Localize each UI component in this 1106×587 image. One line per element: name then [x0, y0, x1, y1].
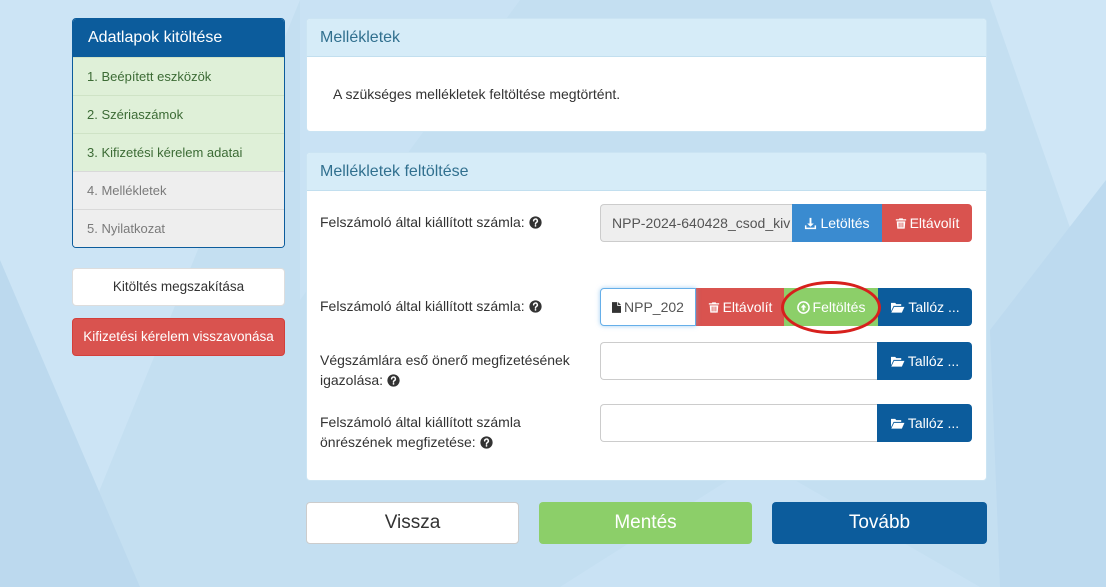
- browse-button-label: Tallóz ...: [908, 299, 960, 315]
- cancel-filling-button[interactable]: Kitöltés megszakítása: [72, 268, 285, 306]
- file-name-field[interactable]: NPP-2024-640428_csod_kiv: [600, 204, 792, 242]
- upload-button[interactable]: Feltöltés: [784, 288, 878, 326]
- file-input-group: NPP-2024-640428_csod_kiv Letöltés Eltávo…: [600, 204, 972, 242]
- sidebar-title: Adatlapok kitöltése: [73, 19, 284, 57]
- step-item-mellekletek[interactable]: 4. Mellékletek: [73, 171, 284, 209]
- file-name-field[interactable]: [600, 342, 877, 380]
- file-input-group: NPP_202 Eltávolít Feltöltés Tallóz ...: [600, 288, 972, 326]
- folder-open-icon: [890, 301, 905, 314]
- trash-icon: [895, 217, 907, 230]
- status-message: A szükséges mellékletek feltöltése megtö…: [333, 86, 621, 102]
- upload-circle-icon: [796, 300, 810, 314]
- file-name-field[interactable]: NPP_202: [600, 288, 696, 326]
- attachments-upload-panel: Mellékletek feltöltése Felszámoló által …: [306, 152, 987, 481]
- step-item-szeriaszamok[interactable]: 2. Szériaszámok: [73, 95, 284, 133]
- remove-button[interactable]: Eltávolít: [882, 204, 972, 242]
- browse-button[interactable]: Tallóz ...: [877, 404, 972, 442]
- file-name-field[interactable]: [600, 404, 877, 442]
- download-button[interactable]: Letöltés: [792, 204, 882, 242]
- question-circle-icon[interactable]: [529, 214, 542, 234]
- upload-row: Végszámlára eső önerő megfizetésének iga…: [307, 342, 986, 388]
- folder-open-icon: [890, 417, 905, 430]
- withdraw-request-button[interactable]: Kifizetési kérelem visszavonása: [72, 318, 285, 356]
- file-input-group: Tallóz ...: [600, 404, 972, 442]
- save-button[interactable]: Mentés: [539, 502, 752, 544]
- back-button[interactable]: Vissza: [306, 502, 519, 544]
- question-circle-icon[interactable]: [529, 298, 542, 318]
- panel-title: Mellékletek: [307, 19, 986, 57]
- question-circle-icon[interactable]: [480, 434, 493, 454]
- upload-row: Felszámoló által kiállított számla: NPP_…: [307, 288, 986, 326]
- steps-sidebar: Adatlapok kitöltése 1. Beépített eszközö…: [72, 18, 285, 248]
- field-label: Felszámoló által kiállított számla önrés…: [320, 412, 582, 454]
- field-label: Végszámlára eső önerő megfizetésének iga…: [320, 350, 582, 392]
- folder-open-icon: [890, 355, 905, 368]
- file-icon: [612, 301, 621, 313]
- step-item-beepitett-eszkozok[interactable]: 1. Beépített eszközök: [73, 57, 284, 95]
- file-name-text: NPP_202: [624, 299, 684, 315]
- field-label: Felszámoló által kiállított számla:: [320, 296, 582, 318]
- upload-button-label: Feltöltés: [812, 299, 866, 315]
- download-button-label: Letöltés: [820, 215, 870, 231]
- trash-icon: [708, 301, 720, 314]
- panel-title: Mellékletek feltöltése: [307, 153, 986, 191]
- browse-button[interactable]: Tallóz ...: [878, 288, 972, 326]
- remove-button[interactable]: Eltávolít: [696, 288, 784, 326]
- step-item-kifizetesi-kerelem-adatai[interactable]: 3. Kifizetési kérelem adatai: [73, 133, 284, 171]
- remove-button-label: Eltávolít: [909, 215, 960, 231]
- browse-button-label: Tallóz ...: [907, 415, 960, 431]
- field-label-text: Felszámoló által kiállított számla:: [320, 214, 525, 230]
- next-button[interactable]: Tovább: [772, 502, 987, 544]
- field-label-text: Végszámlára eső önerő megfizetésének iga…: [320, 352, 570, 388]
- upload-row: Felszámoló által kiállított számla: NPP-…: [307, 204, 986, 242]
- step-item-nyilatkozat[interactable]: 5. Nyilatkozat: [73, 209, 284, 247]
- remove-button-label: Eltávolít: [722, 299, 773, 315]
- upload-row: Felszámoló által kiállított számla önrés…: [307, 404, 986, 450]
- field-label: Felszámoló által kiállított számla:: [320, 212, 582, 234]
- download-icon: [804, 217, 817, 230]
- browse-button[interactable]: Tallóz ...: [877, 342, 972, 380]
- file-input-group: Tallóz ...: [600, 342, 972, 380]
- field-label-text: Felszámoló által kiállított számla:: [320, 298, 525, 314]
- browse-button-label: Tallóz ...: [907, 353, 960, 369]
- question-circle-icon[interactable]: [387, 372, 400, 392]
- attachments-status-panel: Mellékletek A szükséges mellékletek felt…: [306, 18, 987, 132]
